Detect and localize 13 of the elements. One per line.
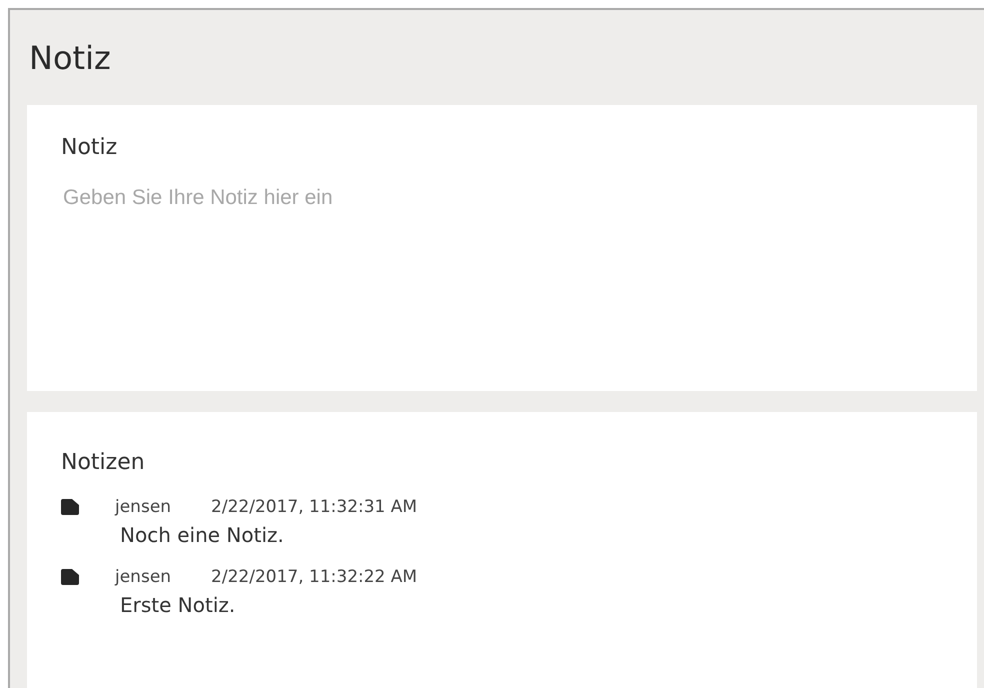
- note-editor-field[interactable]: Notiz Geben Sie Ihre Notiz hier ein: [27, 105, 977, 391]
- note-timestamp: 2/22/2017, 11:32:22 AM: [211, 567, 418, 587]
- section-heading: Notiz: [61, 135, 118, 160]
- note-icon: [61, 569, 79, 585]
- note-text: Noch eine Notiz.: [120, 523, 285, 547]
- note-icon: [61, 499, 79, 515]
- note-timestamp: 2/22/2017, 11:32:31 AM: [211, 497, 418, 517]
- panel-title: Notiz: [28, 38, 112, 78]
- note-input-field[interactable]: Geben Sie Ihre Notiz hier ein: [61, 186, 943, 361]
- note-author: jensen: [115, 567, 172, 587]
- note-text: Erste Notiz.: [120, 593, 236, 617]
- section-heading: Notizen: [61, 450, 146, 475]
- note-author: jensen: [115, 497, 172, 517]
